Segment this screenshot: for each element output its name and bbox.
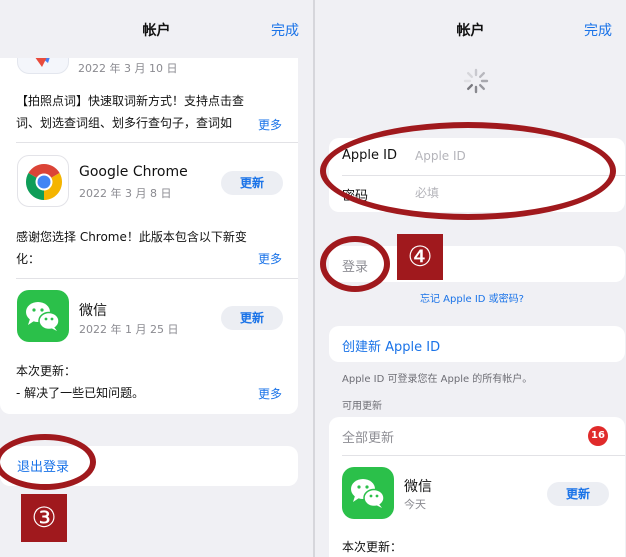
- step-3-badge: ③: [21, 494, 67, 542]
- divider: [16, 278, 298, 279]
- more-link[interactable]: 更多: [258, 385, 282, 402]
- release-notes: 本次更新： - 解决了一些已知问题。: [16, 360, 286, 404]
- release-notes: 感谢您选择 Chrome！此版本包含以下新变 化：: [16, 226, 286, 270]
- create-apple-id-link[interactable]: 创建新 Apple ID: [342, 336, 440, 355]
- release-notes: 本次更新：: [342, 540, 403, 554]
- app-name: Google Chrome: [79, 164, 188, 180]
- update-all-button[interactable]: 全部更新: [342, 427, 394, 446]
- app-date: 2022 年 1 月 25 日: [79, 323, 179, 336]
- update-wechat-button[interactable]: 更新: [221, 306, 283, 330]
- page-title: 帐户: [456, 23, 485, 39]
- loading-spinner-icon: [463, 68, 489, 94]
- app-date: 今天: [404, 498, 426, 511]
- chrome-app-icon: [17, 155, 69, 207]
- forgot-password-link[interactable]: 忘记 Apple ID 或密码?: [420, 290, 524, 305]
- step-4-badge: ④: [397, 234, 443, 280]
- divider: [16, 142, 298, 143]
- more-link[interactable]: 更多: [258, 116, 282, 133]
- app-date: 2022 年 3 月 8 日: [79, 187, 172, 200]
- left-panel: 2022 年 3 月 10 日 【拍照点词】快速取词新方式！支持点击查 词、划选…: [0, 0, 313, 557]
- right-panel: 帐户 完成 Apple ID 密码 登录 ④ 忘记 Apple ID 或密码? …: [315, 0, 626, 557]
- page-title: 帐户: [142, 23, 171, 39]
- more-link[interactable]: 更多: [258, 250, 282, 267]
- update-chrome-button[interactable]: 更新: [221, 171, 283, 195]
- annotation-ellipse: [320, 236, 390, 292]
- notes-line: 化：: [16, 252, 41, 266]
- done-button[interactable]: 完成: [584, 20, 612, 40]
- notes-line: 词、划选查词组、划多行查句子，查词如: [16, 116, 233, 130]
- annotation-ellipse: [320, 122, 616, 220]
- notes-line: 本次更新：: [16, 364, 77, 378]
- notes-line: 感谢您选择 Chrome！此版本包含以下新变: [16, 230, 247, 244]
- left-nav-bar: 帐户 完成: [0, 0, 313, 58]
- update-wechat-button[interactable]: 更新: [547, 482, 609, 506]
- apple-id-caption: Apple ID 可登录您在 Apple 的所有帐户。: [342, 374, 533, 385]
- available-updates-header: 可用更新: [342, 401, 382, 412]
- release-notes: 【拍照点词】快速取词新方式！支持点击查 词、划选查词组、划多行查句子，查词如: [16, 90, 286, 134]
- update-count-badge: 16: [588, 426, 608, 446]
- app-name: 微信: [404, 479, 432, 495]
- updates-card: 2022 年 3 月 10 日 【拍照点词】快速取词新方式！支持点击查 词、划选…: [0, 30, 298, 414]
- done-button[interactable]: 完成: [271, 20, 299, 40]
- right-nav-bar: 帐户 完成: [315, 0, 626, 58]
- app-name: 微信: [79, 303, 107, 319]
- divider: [342, 455, 625, 456]
- notes-line: - 解决了一些已知问题。: [16, 386, 145, 400]
- notes-line: 【拍照点词】快速取词新方式！支持点击查: [16, 94, 245, 108]
- wechat-app-icon: [342, 467, 394, 519]
- wechat-app-icon: [17, 290, 69, 342]
- app-date: 2022 年 3 月 10 日: [78, 62, 178, 75]
